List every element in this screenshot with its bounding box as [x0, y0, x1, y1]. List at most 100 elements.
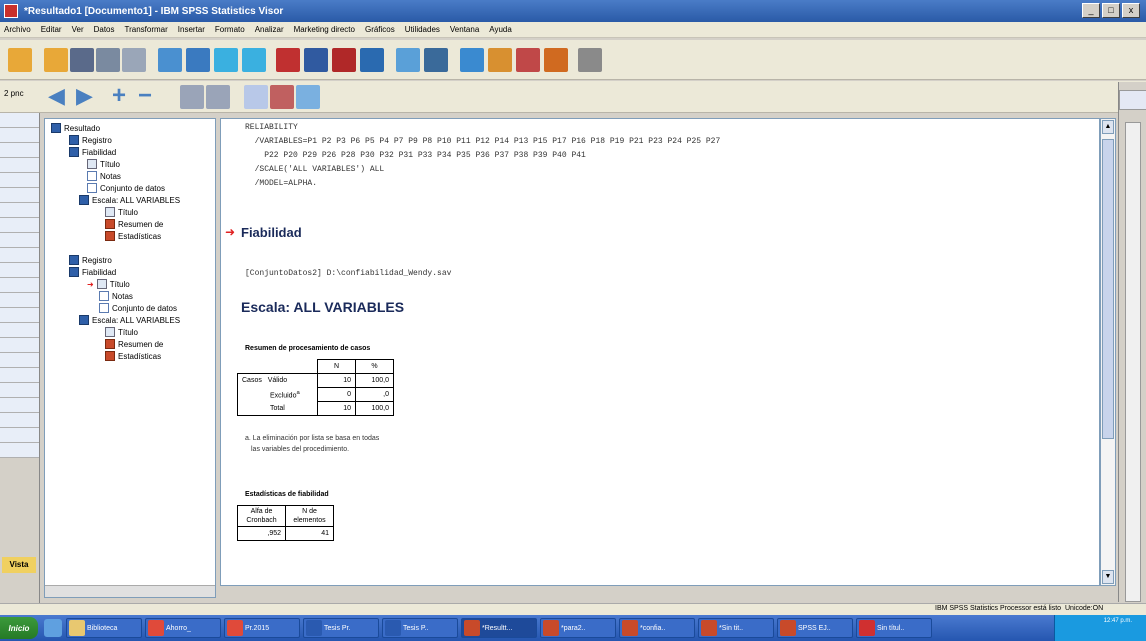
outline-escala[interactable]: Escala: ALL VARIABLES: [92, 196, 180, 205]
case-summary-table[interactable]: N % Casos Válido 10 100,0 Excluidoa 0 ,0…: [237, 359, 394, 416]
outline-estadisticas[interactable]: Estadísticas: [118, 232, 161, 241]
log-icon: [69, 135, 79, 145]
chrome-icon: [148, 620, 164, 636]
insert-text-icon[interactable]: [516, 48, 540, 72]
maximize-button[interactable]: □: [1102, 3, 1120, 18]
col-header-n-items: N de: [302, 508, 317, 515]
show-hide-icon[interactable]: [578, 48, 602, 72]
insert-heading-icon[interactable]: [244, 85, 268, 109]
taskbar-item-pdf[interactable]: Sin títul..: [856, 618, 932, 638]
cell-alpha: ,952: [237, 526, 286, 541]
hide-icon[interactable]: [206, 85, 230, 109]
taskbar-item-spss-5[interactable]: SPSS EJ..: [777, 618, 853, 638]
taskbar-item-spss-2[interactable]: *para2..: [540, 618, 616, 638]
menu-datos[interactable]: Datos: [94, 25, 115, 34]
start-button[interactable]: Inicio: [0, 617, 38, 639]
menu-ventana[interactable]: Ventana: [450, 25, 479, 34]
outline-resultado[interactable]: Resultado: [64, 124, 100, 133]
outline-resumen[interactable]: Resumen de: [118, 220, 163, 229]
menu-bar: Archivo Editar Ver Datos Transformar Ins…: [0, 22, 1146, 38]
insert-log-icon[interactable]: [296, 85, 320, 109]
goto-data-icon[interactable]: [276, 48, 300, 72]
menu-analizar[interactable]: Analizar: [255, 25, 284, 34]
outline-conjunto-datos[interactable]: Conjunto de datos: [100, 184, 165, 193]
outline-fiabilidad[interactable]: Fiabilidad: [82, 148, 116, 157]
taskbar-item-chrome-1[interactable]: Ahorro_: [145, 618, 221, 638]
scroll-thumb[interactable]: [1102, 139, 1114, 439]
outline-horizontal-scrollbar[interactable]: [45, 585, 215, 597]
outline-escala[interactable]: Escala: ALL VARIABLES: [92, 316, 180, 325]
menu-ver[interactable]: Ver: [72, 25, 84, 34]
open-folder-icon[interactable]: [8, 48, 32, 72]
select-last-output-icon[interactable]: [460, 48, 484, 72]
recall-dialog-icon[interactable]: [186, 48, 210, 72]
taskbar-item-word-2[interactable]: Tesis P..: [382, 618, 458, 638]
outline-registro[interactable]: Registro: [82, 256, 112, 265]
goto-case-icon[interactable]: [304, 48, 328, 72]
reliability-table[interactable]: Alfa de Cronbach N de elementos ,952 41: [237, 505, 334, 541]
outline-titulo[interactable]: Título: [118, 328, 138, 337]
status-bar: IBM SPSS Statistics Processor está listo…: [0, 603, 1146, 615]
row-cell: [0, 263, 39, 278]
close-button[interactable]: x: [1122, 3, 1140, 18]
taskbar-item-word-1[interactable]: Tesis Pr.: [303, 618, 379, 638]
outline-conjunto-datos[interactable]: Conjunto de datos: [112, 304, 177, 313]
outline-registro[interactable]: Registro: [82, 136, 112, 145]
redo-icon[interactable]: [242, 48, 266, 72]
use-sets-icon[interactable]: [360, 48, 384, 72]
clock[interactable]: 12:47 p.m.: [1104, 618, 1132, 624]
scroll-up-icon[interactable]: ▲: [1102, 120, 1114, 134]
outline-titulo[interactable]: Título: [118, 208, 138, 217]
menu-insertar[interactable]: Insertar: [178, 25, 205, 34]
processor-status: IBM SPSS Statistics Processor está listo: [935, 605, 1062, 612]
taskbar-item-biblioteca[interactable]: Biblioteca: [66, 618, 142, 638]
scroll-down-icon[interactable]: ▼: [1102, 570, 1114, 584]
cell-n-items: 41: [285, 526, 334, 541]
taskbar-item-spss-4[interactable]: *Sin tit..: [698, 618, 774, 638]
heading-escala[interactable]: Escala: ALL VARIABLES: [241, 299, 404, 315]
outline-titulo[interactable]: Título: [110, 280, 130, 289]
expand-icon[interactable]: +: [112, 84, 136, 109]
find-icon[interactable]: [396, 48, 420, 72]
print-icon[interactable]: [96, 48, 120, 72]
save-icon[interactable]: [70, 48, 94, 72]
menu-ayuda[interactable]: Ayuda: [489, 25, 512, 34]
menu-editar[interactable]: Editar: [41, 25, 62, 34]
menu-transformar[interactable]: Transformar: [125, 25, 168, 34]
export-icon[interactable]: [158, 48, 182, 72]
promote-arrow-icon[interactable]: ◀: [48, 85, 72, 109]
insert-title-icon[interactable]: [270, 85, 294, 109]
taskbar-item-chrome-2[interactable]: Pr.2015: [224, 618, 300, 638]
outline-titulo[interactable]: Título: [100, 160, 120, 169]
demote-arrow-icon[interactable]: ▶: [76, 85, 100, 109]
undo-icon[interactable]: [214, 48, 238, 72]
menu-archivo[interactable]: Archivo: [4, 25, 31, 34]
taskbar-item-spss-3[interactable]: *confia..: [619, 618, 695, 638]
print-preview-icon[interactable]: [122, 48, 146, 72]
collapse-icon[interactable]: −: [138, 84, 162, 109]
menu-graficos[interactable]: Gráficos: [365, 25, 395, 34]
row-cell: [0, 398, 39, 413]
menu-utilidades[interactable]: Utilidades: [405, 25, 440, 34]
outline-notas[interactable]: Notas: [112, 292, 133, 301]
quicklaunch-icon[interactable]: [44, 619, 62, 637]
vista-tab[interactable]: Vista: [2, 557, 36, 573]
designate-window-icon[interactable]: [424, 48, 448, 72]
menu-formato[interactable]: Formato: [215, 25, 245, 34]
insert-chart-icon[interactable]: [544, 48, 568, 72]
heading-fiabilidad[interactable]: Fiabilidad: [241, 225, 302, 240]
outline-notas[interactable]: Notas: [100, 172, 121, 181]
outline-resumen[interactable]: Resumen de: [118, 340, 163, 349]
taskbar-item-resultado[interactable]: *Resultt...: [461, 618, 537, 638]
minimize-button[interactable]: _: [1082, 3, 1100, 18]
viewer-vertical-scrollbar[interactable]: ▲ ▼: [1100, 118, 1116, 586]
outline-estadisticas[interactable]: Estadísticas: [118, 352, 161, 361]
spss-icon: [701, 620, 717, 636]
outline-fiabilidad[interactable]: Fiabilidad: [82, 268, 116, 277]
create-title-icon[interactable]: [488, 48, 512, 72]
open-data-icon[interactable]: [44, 48, 68, 72]
show-icon[interactable]: [180, 85, 204, 109]
col-header-alpha: Alfa de: [250, 508, 273, 515]
variables-icon[interactable]: [332, 48, 356, 72]
menu-marketing[interactable]: Marketing directo: [294, 25, 355, 34]
